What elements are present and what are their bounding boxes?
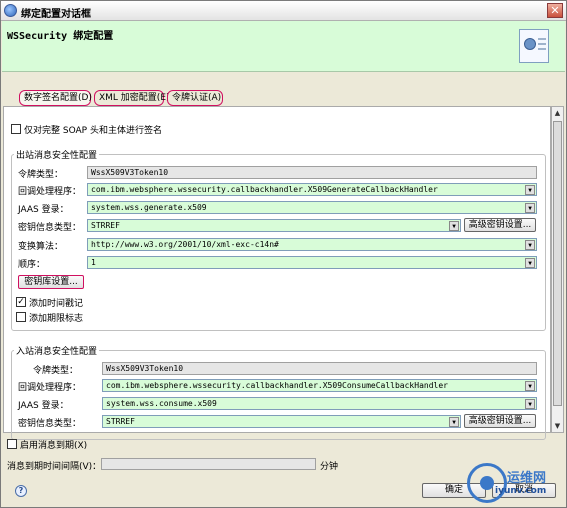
in-token-type-field: WssX509V3Token10 <box>102 362 537 375</box>
expiry-interval-label: 消息到期时间间隔(V)： <box>7 462 102 472</box>
watermark-subtitle: iyunv.com <box>495 486 547 496</box>
banner-title: WSSecurity 绑定配置 <box>7 31 114 42</box>
keystore-settings-button[interactable]: 密钥库设置... <box>18 275 84 289</box>
in-jaas-label: JAAS 登录： <box>18 401 69 411</box>
out-advanced-key-button[interactable]: 高级密钥设置... <box>464 218 536 232</box>
in-key-info-label: 密钥信息类型： <box>18 419 82 429</box>
window-title: 绑定配置对话框 <box>21 9 91 20</box>
close-button[interactable]: ✕ <box>547 3 563 18</box>
header-banner: WSSecurity 绑定配置 <box>2 21 565 72</box>
chevron-down-icon[interactable]: ▼ <box>525 381 535 391</box>
add-timestamp-checkbox[interactable]: ✓ <box>16 297 26 307</box>
in-key-info-select[interactable]: STRREF ▼ <box>102 415 461 428</box>
chevron-down-icon[interactable]: ▼ <box>525 240 535 250</box>
watermark-logo-icon <box>467 463 507 503</box>
tab-xml-encryption[interactable]: XML 加密配置(E) <box>94 90 170 106</box>
out-token-type-field: WssX509V3Token10 <box>87 166 537 179</box>
out-key-info-label: 密钥信息类型： <box>18 223 82 233</box>
help-icon[interactable]: ? <box>15 485 27 497</box>
in-token-type-label: 令牌类型： <box>33 366 79 376</box>
enable-expiry-checkbox[interactable] <box>7 439 17 449</box>
out-key-info-select[interactable]: STRREF ▼ <box>87 219 461 232</box>
add-expiry-label: 添加期限标志 <box>29 314 84 324</box>
tab-digital-signature[interactable]: 数字签名配置(D) <box>19 90 92 106</box>
in-callback-select[interactable]: com.ibm.websphere.wssecurity.callbackhan… <box>102 379 537 392</box>
chevron-down-icon[interactable]: ▼ <box>449 221 459 231</box>
sign-only-label: 仅对完整 SOAP 头和主体进行签名 <box>24 126 162 136</box>
in-advanced-key-button[interactable]: 高级密钥设置... <box>464 414 536 428</box>
chevron-down-icon[interactable]: ▼ <box>449 417 459 427</box>
enable-expiry-label: 启用消息到期(X) <box>20 441 88 451</box>
out-transform-label: 变换算法： <box>18 242 64 252</box>
vertical-scrollbar[interactable]: ▲ ▼ <box>551 106 564 433</box>
tab-token-auth[interactable]: 令牌认证(A) <box>167 90 223 106</box>
sign-only-checkbox[interactable] <box>11 124 21 134</box>
out-callback-label: 回调处理程序： <box>18 187 82 197</box>
out-jaas-label: JAAS 登录： <box>18 205 69 215</box>
title-bar: 绑定配置对话框 ✕ <box>1 1 566 21</box>
inbound-title: 入站消息安全性配置 <box>14 344 100 357</box>
scroll-up-icon[interactable]: ▲ <box>552 107 563 119</box>
expiry-interval-input[interactable] <box>101 458 316 470</box>
watermark-title: 运维网 <box>507 471 547 486</box>
binding-config-dialog: 绑定配置对话框 ✕ WSSecurity 绑定配置 数字签名配置(D) XML … <box>0 0 567 508</box>
tab-panel: 仅对完整 SOAP 头和主体进行签名 出站消息安全性配置 令牌类型： WssX5… <box>3 106 551 440</box>
add-expiry-checkbox[interactable] <box>16 312 26 322</box>
out-order-select[interactable]: 1 ▼ <box>87 256 537 269</box>
out-transform-select[interactable]: http://www.w3.org/2001/10/xml-exc-c14n# … <box>87 238 537 251</box>
expiry-unit-label: 分钟 <box>320 462 339 472</box>
scroll-down-icon[interactable]: ▼ <box>552 420 563 432</box>
chevron-down-icon[interactable]: ▼ <box>525 258 535 268</box>
out-token-type-label: 令牌类型： <box>18 170 64 180</box>
add-timestamp-label: 添加时间戳记 <box>29 299 84 309</box>
chevron-down-icon[interactable]: ▼ <box>525 399 535 409</box>
app-icon <box>4 4 17 17</box>
outbound-title: 出站消息安全性配置 <box>14 148 100 161</box>
out-callback-select[interactable]: com.ibm.websphere.wssecurity.callbackhan… <box>87 183 537 196</box>
out-jaas-select[interactable]: system.wss.generate.x509 ▼ <box>87 201 537 214</box>
scroll-thumb[interactable] <box>553 121 562 406</box>
chevron-down-icon[interactable]: ▼ <box>525 185 535 195</box>
in-callback-label: 回调处理程序： <box>18 383 82 393</box>
out-order-label: 顺序： <box>18 260 46 270</box>
certificate-icon <box>519 29 549 63</box>
chevron-down-icon[interactable]: ▼ <box>525 203 535 213</box>
in-jaas-select[interactable]: system.wss.consume.x509 ▼ <box>102 397 537 410</box>
